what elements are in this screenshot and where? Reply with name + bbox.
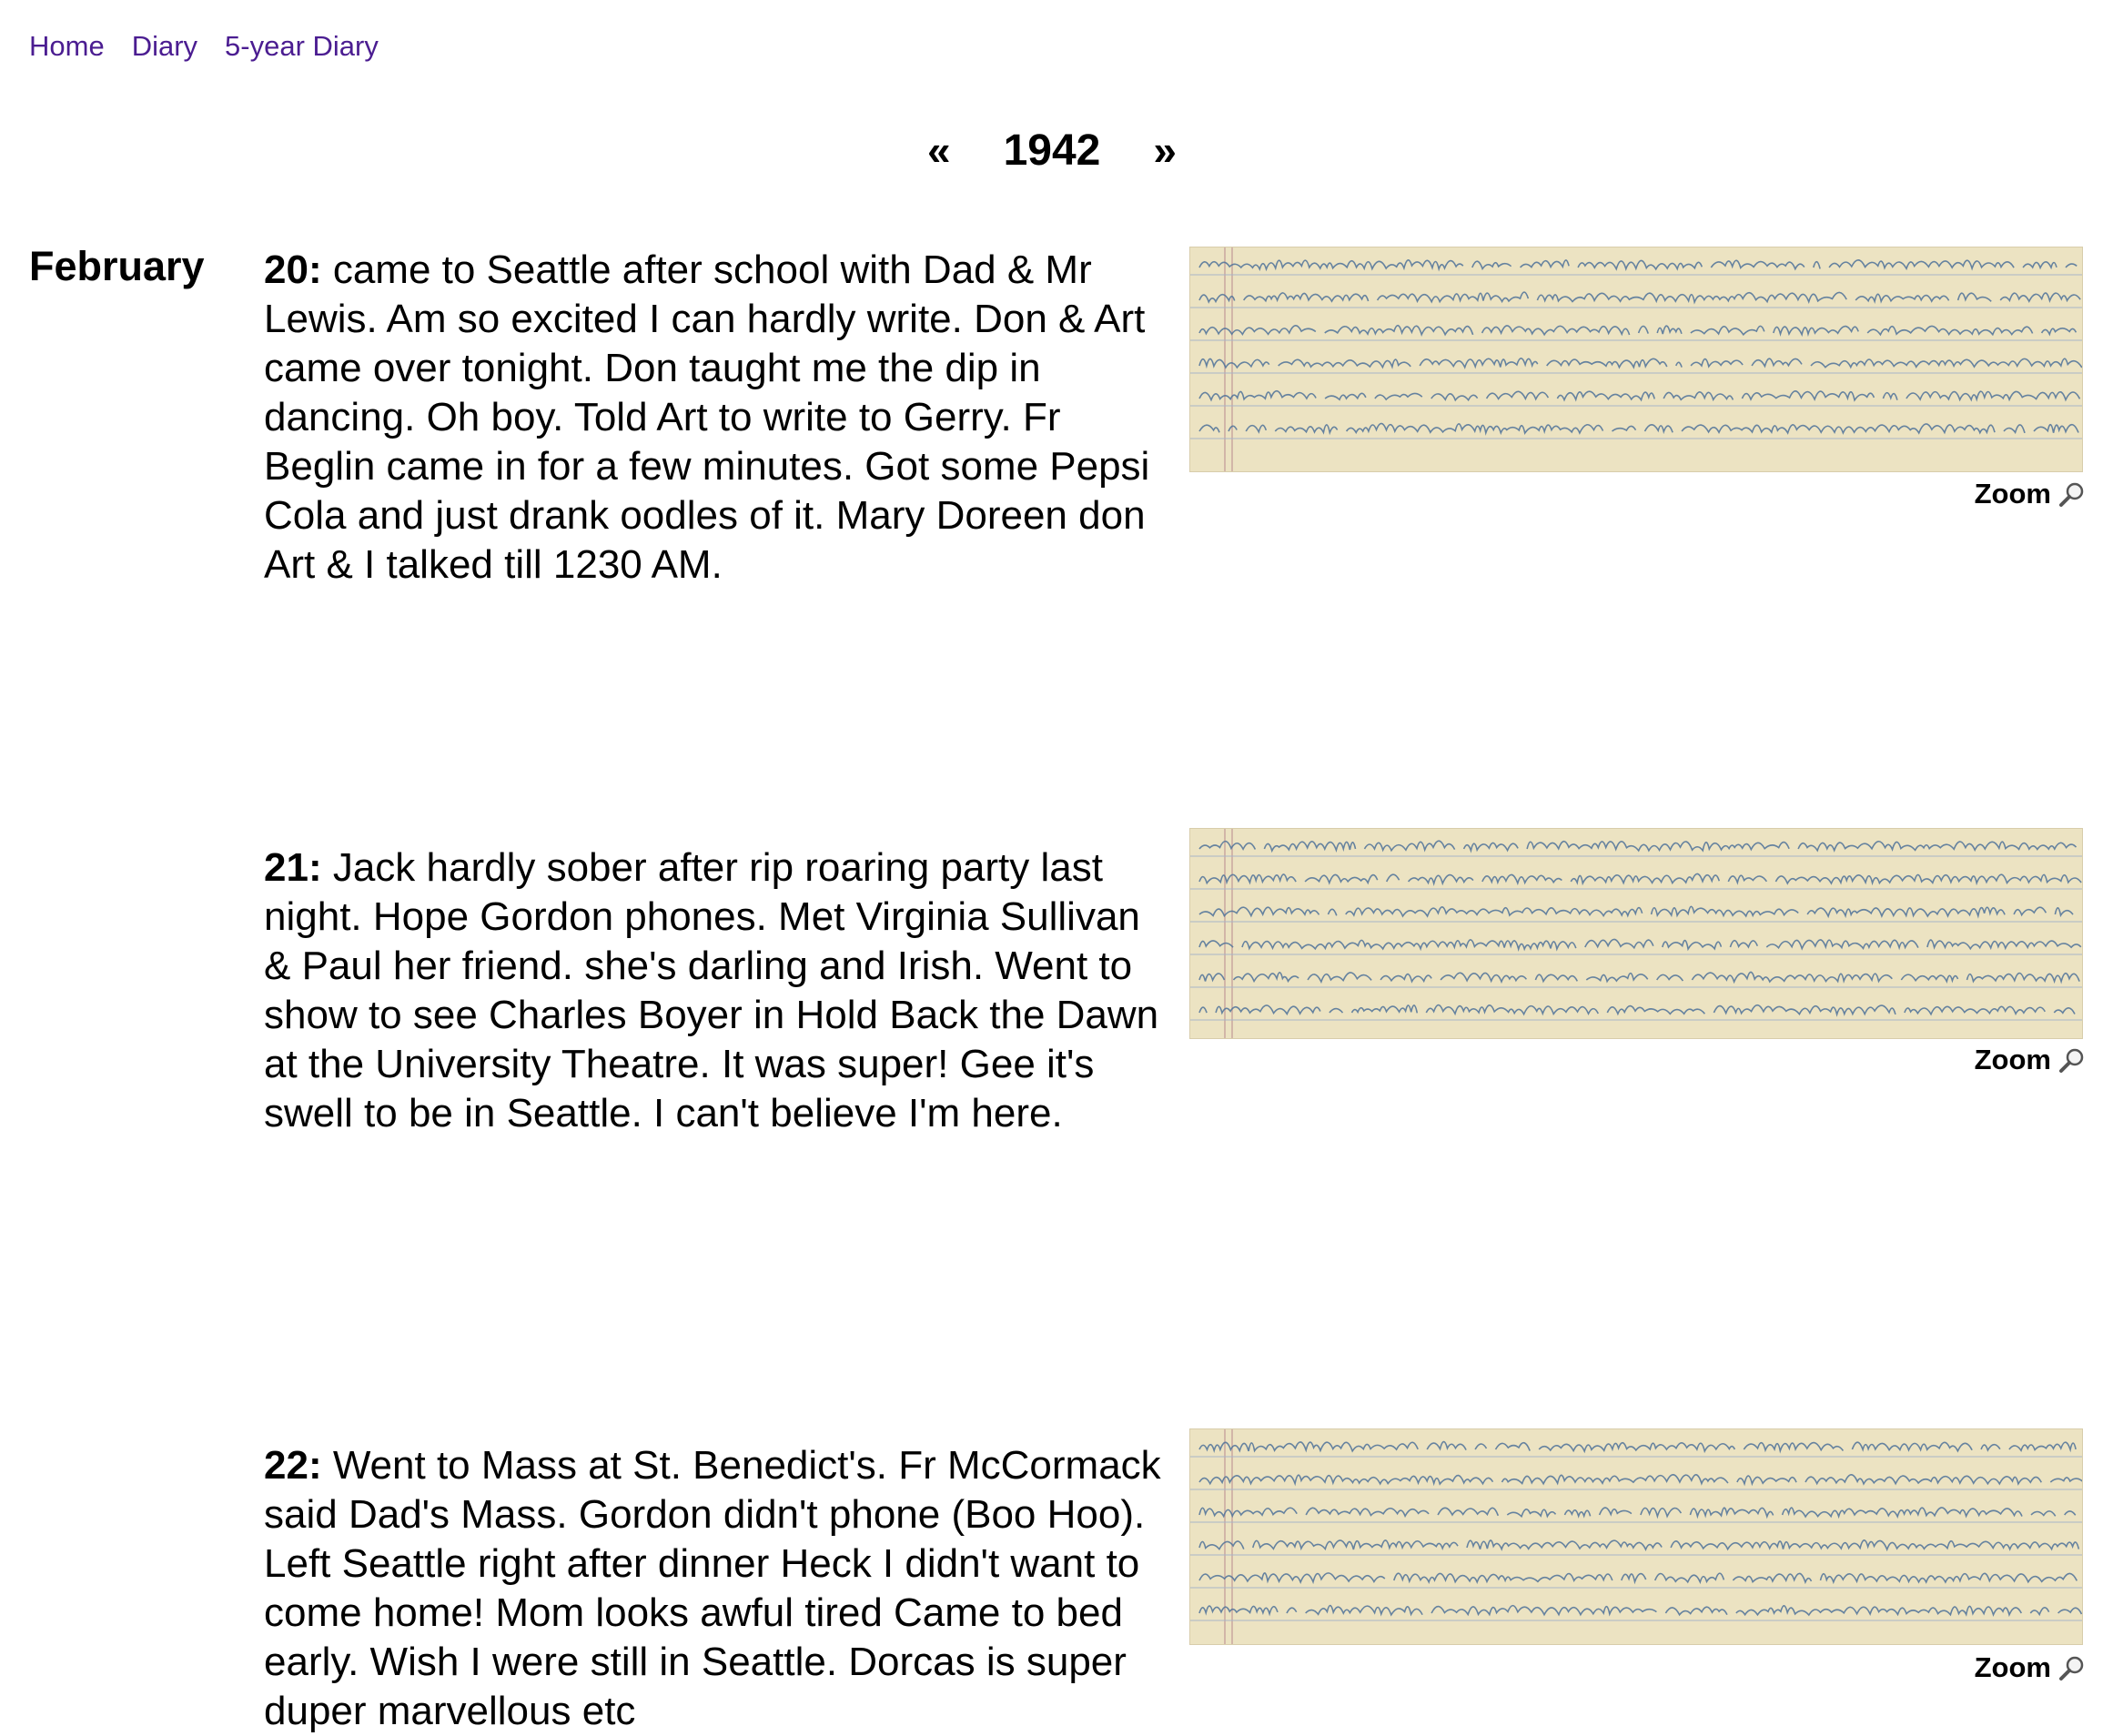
handwriting-scan-image [1190, 829, 2082, 1038]
entry-day-number: 22: [264, 1443, 322, 1488]
zoom-label: Zoom [1974, 1651, 2051, 1683]
diary-entry-21: 21: Jack hardly sober after rip roaring … [264, 843, 1165, 1138]
next-year-button[interactable]: » [1153, 126, 1177, 175]
month-heading: February [29, 243, 205, 289]
diary-entry-22: 22: Went to Mass at St. Benedict's. Fr M… [264, 1441, 1165, 1736]
zoom-label: Zoom [1974, 1044, 2051, 1075]
diary-entry-20: 20: came to Seattle after school with Da… [264, 246, 1165, 590]
nav-home-link[interactable]: Home [29, 25, 105, 67]
zoom-button[interactable]: Zoom [1975, 478, 2086, 510]
handwriting-scan-image [1190, 247, 2082, 471]
magnifier-icon [2058, 1046, 2086, 1074]
entry-text: Jack hardly sober after rip roaring part… [264, 845, 1159, 1135]
entry-day-number: 21: [264, 845, 322, 890]
zoom-label: Zoom [1974, 478, 2051, 510]
entry-day-number: 20: [264, 247, 322, 292]
zoom-button[interactable]: Zoom [1975, 1044, 2086, 1076]
zoom-button[interactable]: Zoom [1975, 1651, 2086, 1684]
entry-text: came to Seattle after school with Dad & … [264, 247, 1150, 587]
magnifier-icon [2058, 480, 2086, 508]
top-nav: Home Diary 5-year Diary [29, 25, 379, 67]
diary-page-image[interactable] [1189, 247, 2083, 472]
handwriting-scan-image [1190, 1429, 2082, 1644]
diary-page-image[interactable] [1189, 828, 2083, 1039]
entry-text: Went to Mass at St. Benedict's. Fr McCor… [264, 1443, 1161, 1733]
year-navigation: « 1942 » [927, 118, 1177, 182]
year-title: 1942 [1003, 126, 1101, 175]
nav-five-year-diary-link[interactable]: 5-year Diary [225, 25, 379, 67]
nav-diary-link[interactable]: Diary [132, 25, 197, 67]
magnifier-icon [2058, 1654, 2086, 1681]
previous-year-button[interactable]: « [927, 126, 951, 175]
diary-page-image[interactable] [1189, 1428, 2083, 1645]
